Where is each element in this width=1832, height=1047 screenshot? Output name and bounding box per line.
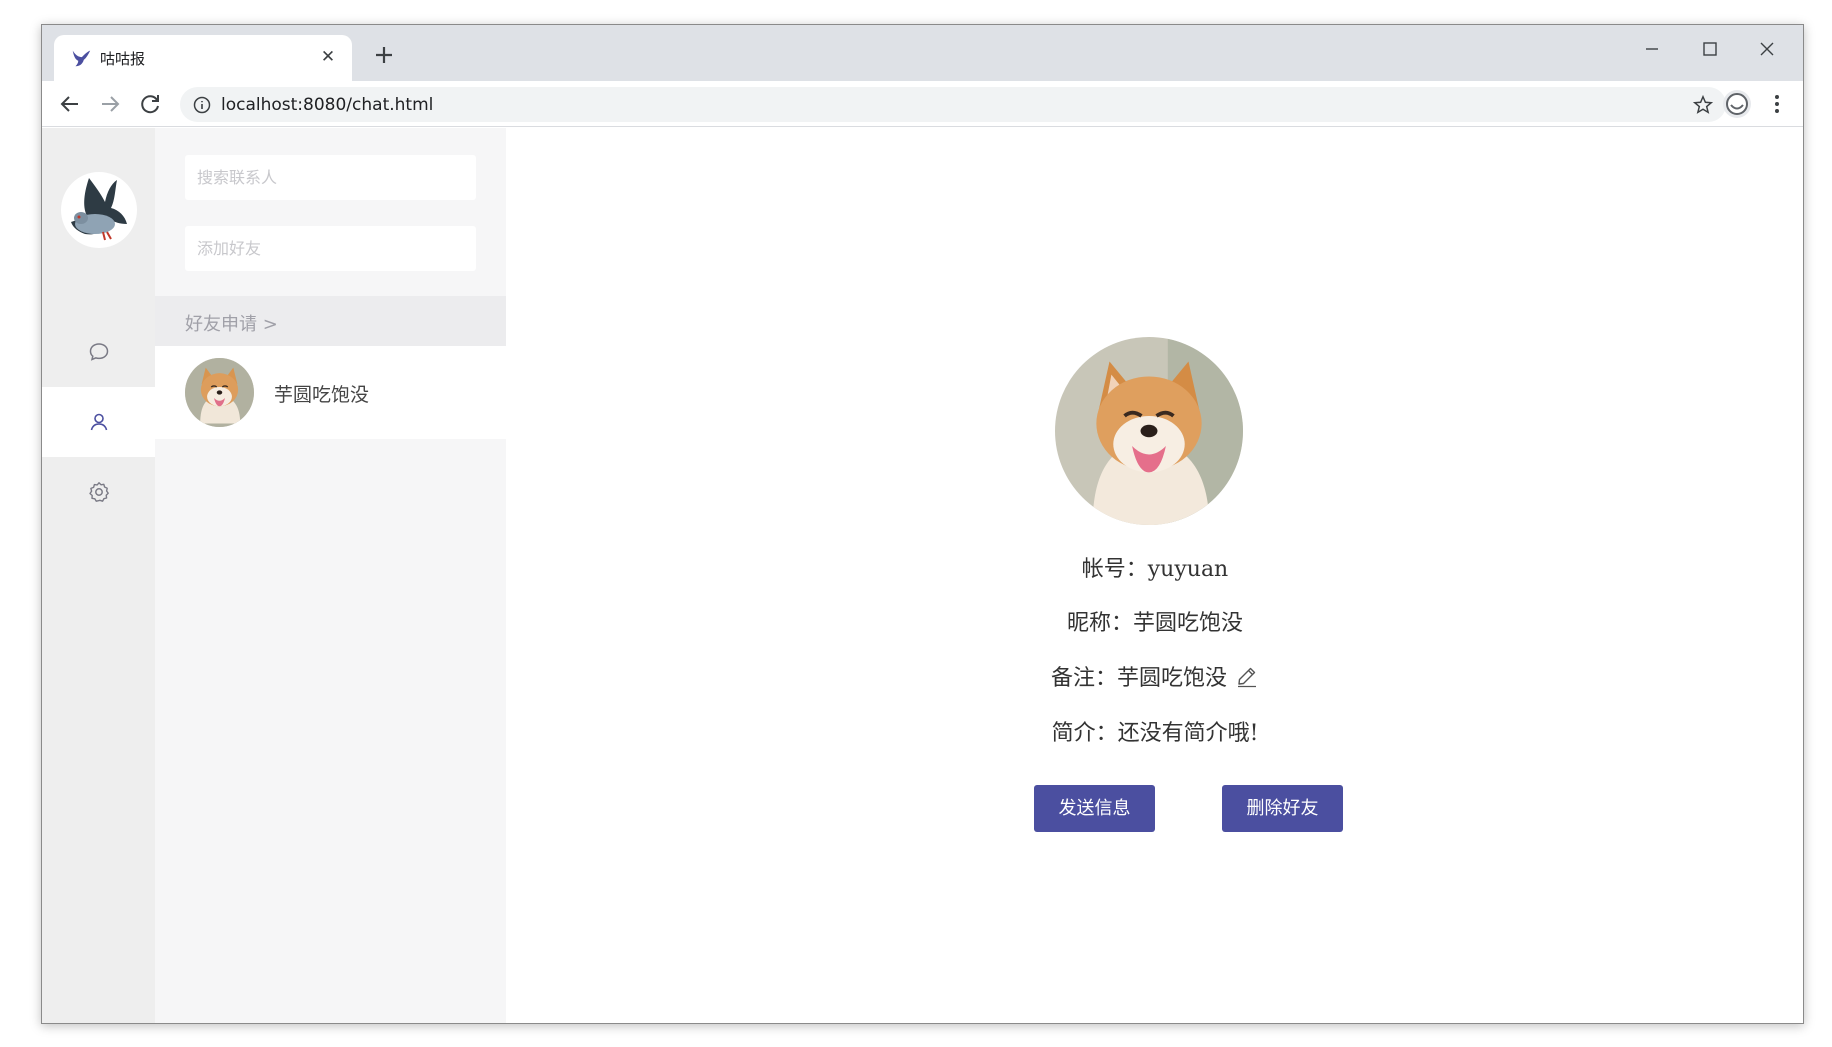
rail-settings-tab[interactable] <box>42 457 155 527</box>
settings-icon <box>88 482 109 502</box>
browser-menu-icon[interactable] <box>1763 90 1791 118</box>
nickname-line: 昵称：芋圆吃饱没 <box>1066 611 1243 636</box>
site-info-icon[interactable] <box>192 95 212 115</box>
nav-rail <box>42 128 155 1023</box>
chat-app: 好友申请 > <box>42 128 1803 1023</box>
edit-pencil-icon[interactable] <box>1235 664 1259 688</box>
contact-name: 芋圆吃饱没 <box>274 384 370 406</box>
window-close-icon[interactable] <box>1747 35 1787 63</box>
add-friend-input[interactable] <box>185 226 476 271</box>
reload-icon[interactable] <box>134 88 166 120</box>
pigeon-logo-icon <box>71 178 127 241</box>
profile-avatar-icon[interactable] <box>1723 90 1751 118</box>
contacts-panel: 好友申请 > <box>155 128 506 1023</box>
pigeon-favicon-icon <box>72 50 91 67</box>
tab-title: 咕咕报 <box>100 50 146 68</box>
browser-tab[interactable]: 咕咕报 ✕ <box>54 35 352 81</box>
shiba-profile-icon <box>1055 337 1243 525</box>
new-tab-icon[interactable] <box>368 39 400 71</box>
browser-toolbar: localhost:8080/chat.html <box>42 81 1803 127</box>
tab-strip: 咕咕报 ✕ <box>42 25 1803 81</box>
bookmark-star-icon[interactable] <box>1692 94 1714 116</box>
remark-text: 备注：芋圆吃饱没 <box>1050 666 1227 691</box>
chat-icon <box>89 343 108 361</box>
send-message-button[interactable]: 发送信息 <box>1034 785 1155 832</box>
friend-requests-label[interactable]: 好友申请 > <box>185 310 278 336</box>
friend-requests-bar[interactable]: 好友申请 > <box>155 296 506 346</box>
minimize-icon[interactable] <box>1632 35 1672 63</box>
address-bar[interactable]: localhost:8080/chat.html <box>180 87 1726 122</box>
user-avatar[interactable] <box>61 172 137 248</box>
rail-contacts-tab[interactable] <box>42 387 155 457</box>
rail-chat-tab[interactable] <box>42 317 155 387</box>
delete-friend-button[interactable]: 删除好友 <box>1222 785 1343 832</box>
back-icon[interactable] <box>54 88 86 120</box>
maximize-icon[interactable] <box>1689 35 1729 63</box>
shiba-avatar-icon <box>185 358 254 427</box>
url-text[interactable]: localhost:8080/chat.html <box>221 95 433 115</box>
friend-profile-panel: 帐号：yuyuan 昵称：芋圆吃饱没 备注：芋圆吃饱没 简介：还没有简介哦! 发… <box>506 128 1803 1023</box>
account-line: 帐号：yuyuan <box>1081 557 1229 582</box>
search-contacts-input[interactable] <box>185 155 476 200</box>
forward-icon[interactable] <box>94 88 126 120</box>
browser-window: 咕咕报 ✕ localhost:8080/chat.html 搜索联系人 添加好… <box>41 24 1804 1024</box>
tab-close-icon[interactable]: ✕ <box>316 45 340 69</box>
contacts-icon <box>90 413 107 431</box>
remark-line: 备注：芋圆吃饱没 <box>506 660 1803 692</box>
contact-avatar <box>185 358 254 427</box>
intro-line: 简介：还没有简介哦! <box>1051 721 1259 746</box>
profile-avatar <box>1055 337 1243 525</box>
contact-list-item[interactable]: 芋圆吃饱没 <box>155 346 506 439</box>
